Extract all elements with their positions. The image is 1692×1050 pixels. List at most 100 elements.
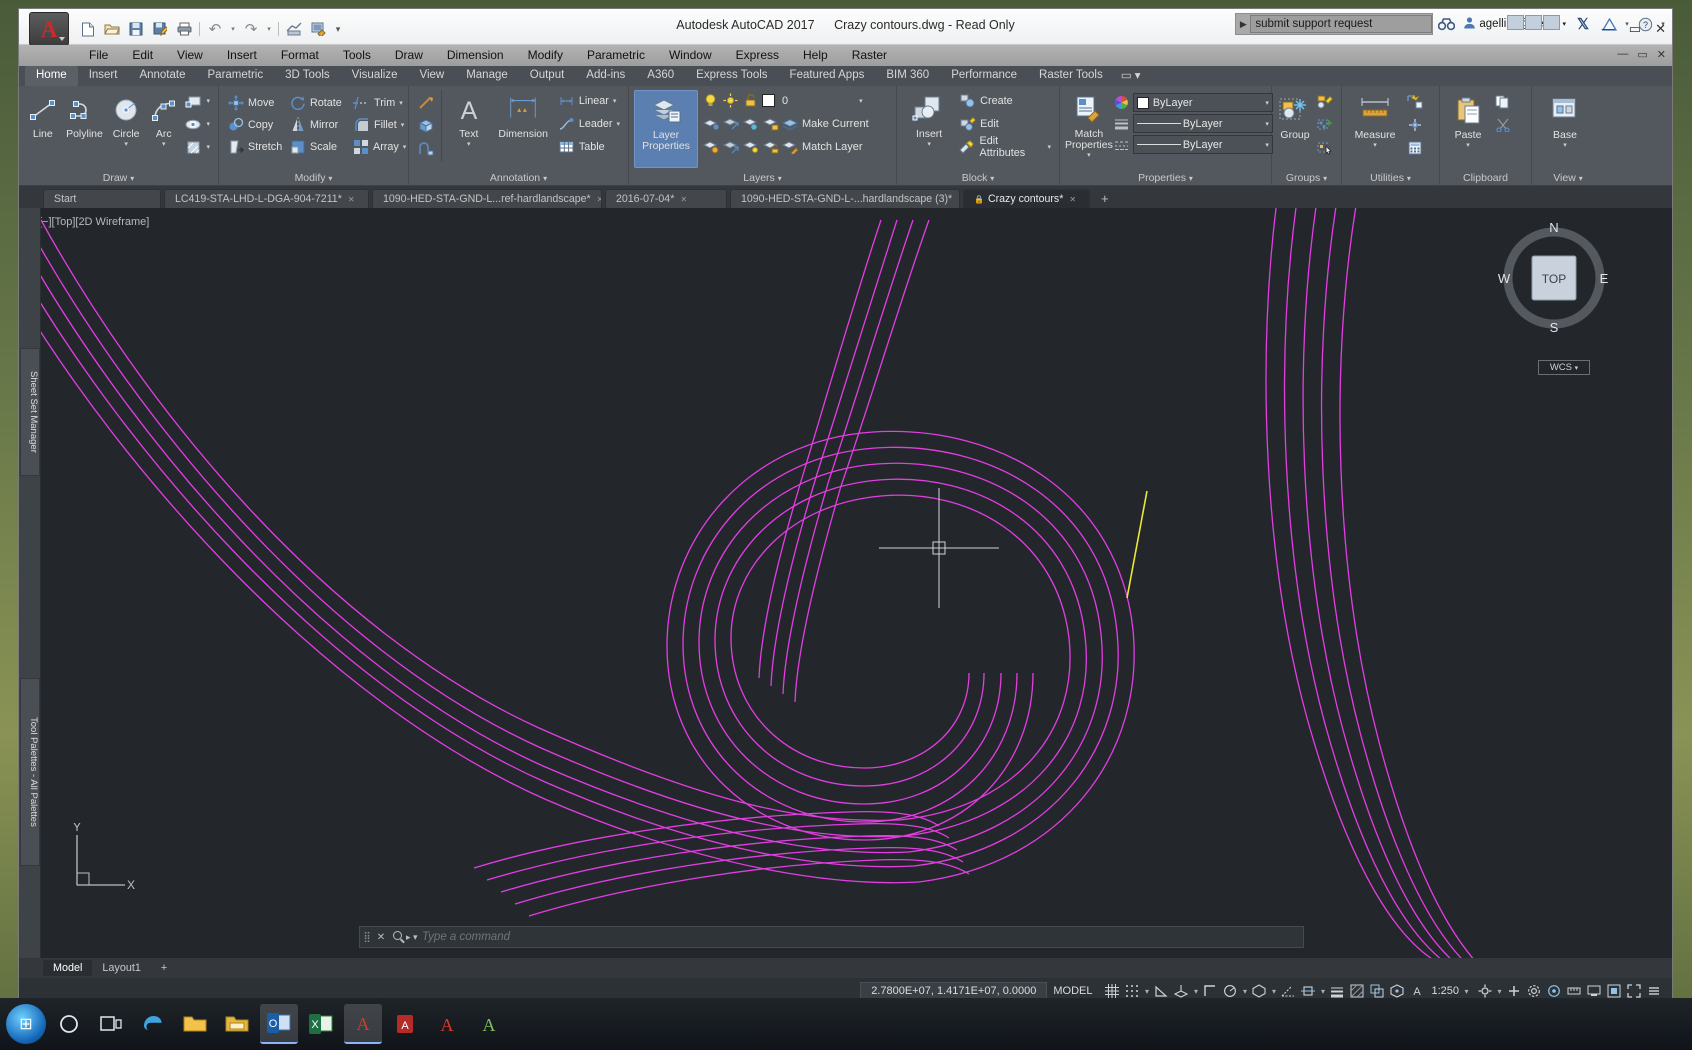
- close-icon[interactable]: ✕: [597, 195, 602, 204]
- ribbon-tab-bim360[interactable]: BIM 360: [875, 66, 940, 86]
- wcs-selector[interactable]: WCS ▾: [1538, 360, 1590, 375]
- maximize-button[interactable]: ▭: [1629, 21, 1641, 37]
- menu-item-file[interactable]: File: [77, 45, 120, 66]
- menu-item-parametric[interactable]: Parametric: [575, 45, 657, 66]
- menu-item-dimension[interactable]: Dimension: [435, 45, 516, 66]
- base-view-button[interactable]: Base ▾: [1537, 91, 1593, 149]
- search-binoculars-icon[interactable]: [1433, 13, 1459, 35]
- menu-item-help[interactable]: Help: [791, 45, 840, 66]
- lineweight-combo[interactable]: ByLayer ▾: [1133, 114, 1273, 133]
- panel-label-annotation[interactable]: Annotation ▾: [409, 171, 628, 186]
- ribbon-tab-3dtools[interactable]: 3D Tools: [274, 66, 341, 86]
- chevron-down-icon[interactable]: ▾: [1563, 141, 1567, 149]
- layer-isolate-icon[interactable]: [702, 115, 719, 132]
- doc-close-icon[interactable]: [1543, 15, 1560, 30]
- layer-freeze-icon[interactable]: [742, 115, 759, 132]
- layer-unlock-icon[interactable]: [762, 138, 779, 155]
- doc-minimize-icon[interactable]: [1507, 15, 1524, 30]
- object-color-combo[interactable]: ByLayer ▾: [1133, 93, 1273, 112]
- modify-array-button[interactable]: Array ▾: [350, 136, 408, 158]
- layer-properties-button[interactable]: Layer Properties: [634, 90, 698, 168]
- modify-trim-button[interactable]: Trim ▾: [350, 92, 408, 114]
- start-button[interactable]: ⊞: [6, 1004, 46, 1044]
- match-properties-button[interactable]: Match Properties ▾: [1065, 90, 1113, 159]
- new-file-tab-button[interactable]: +: [1093, 189, 1117, 208]
- match-layer-icon[interactable]: [782, 138, 799, 155]
- panel-label-properties[interactable]: Properties ▾: [1060, 171, 1271, 186]
- draw-ellipse-button[interactable]: ▾: [182, 113, 213, 135]
- panel-label-block[interactable]: Block ▾: [897, 171, 1059, 186]
- layer-unisolate-icon[interactable]: [722, 115, 739, 132]
- annotation-dimension-button[interactable]: Dimension: [492, 90, 555, 140]
- minimize-button[interactable]: —: [1602, 21, 1615, 37]
- chevron-down-icon[interactable]: ▾: [206, 97, 210, 105]
- chevron-down-icon[interactable]: ▾: [1087, 151, 1091, 159]
- panel-label-utilities[interactable]: Utilities ▾: [1342, 171, 1439, 186]
- panel-label-layers[interactable]: Layers ▾: [629, 171, 896, 186]
- chevron-down-icon[interactable]: ▾: [778, 174, 782, 183]
- sheet-set-manager-tab[interactable]: Sheet Set Manager: [20, 348, 40, 476]
- text-style-button[interactable]: [414, 115, 437, 137]
- acrobat-icon[interactable]: A: [386, 1004, 424, 1044]
- autocad-window2-icon[interactable]: A: [428, 1004, 466, 1044]
- layer-lock-icon[interactable]: [762, 115, 779, 132]
- ribbon-tab-manage[interactable]: Manage: [455, 66, 519, 86]
- ribbon-tab-featured-apps[interactable]: Featured Apps: [779, 66, 876, 86]
- chevron-down-icon[interactable]: ▾: [1265, 99, 1269, 107]
- chevron-down-icon[interactable]: ▾: [616, 120, 620, 128]
- file-tab-lc419[interactable]: LC419-STA-LHD-L-DGA-904-7211* ✕: [164, 189, 369, 208]
- group-selection-toggle-button[interactable]: [1313, 137, 1336, 159]
- annotation-text-button[interactable]: A Text ▾: [446, 90, 492, 148]
- close-icon[interactable]: ✕: [680, 195, 687, 204]
- chevron-down-icon[interactable]: ▾: [1373, 141, 1377, 149]
- menu-item-express[interactable]: Express: [724, 45, 791, 66]
- chevron-down-icon[interactable]: ▾: [1047, 143, 1051, 151]
- annotation-leader-button[interactable]: Leader ▾: [555, 113, 623, 135]
- chevron-down-icon[interactable]: ▾: [990, 174, 994, 183]
- block-create-button[interactable]: Create: [956, 90, 1054, 112]
- modify-stretch-button[interactable]: Stretch: [224, 136, 286, 158]
- file-explorer-icon[interactable]: [176, 1004, 214, 1044]
- close-icon[interactable]: ✕: [958, 195, 960, 204]
- close-icon[interactable]: ✕: [1069, 195, 1076, 204]
- chevron-down-icon[interactable]: ▾: [399, 99, 403, 107]
- close-icon[interactable]: ✕: [348, 195, 355, 204]
- measure-button[interactable]: Measure ▾: [1347, 91, 1403, 149]
- chevron-down-icon[interactable]: ▾: [130, 174, 134, 183]
- ribbon-tab-a360[interactable]: A360: [636, 66, 685, 86]
- edge-browser-icon[interactable]: [134, 1004, 172, 1044]
- calculator-button[interactable]: [1403, 137, 1426, 159]
- drawing-canvas[interactable]: [−][Top][2D Wireframe] Sheet Set Manager…: [19, 208, 1672, 958]
- chevron-down-icon[interactable]: ▾: [613, 97, 617, 105]
- chevron-down-icon[interactable]: ▾: [206, 143, 210, 151]
- add-layout-button[interactable]: +: [151, 960, 177, 976]
- draw-rectangle-button[interactable]: ▾: [182, 90, 213, 112]
- quick-select-button[interactable]: [1403, 91, 1426, 113]
- modify-rotate-button[interactable]: Rotate: [286, 92, 350, 114]
- block-edit-attributes-button[interactable]: Edit Attributes ▾: [956, 136, 1054, 158]
- doc-close-button[interactable]: ✕: [1657, 48, 1666, 61]
- viewport-label[interactable]: [−][Top][2D Wireframe]: [39, 216, 149, 228]
- layer-list-dropdown-icon[interactable]: ▾: [859, 97, 863, 105]
- panel-label-draw[interactable]: Draw ▾: [19, 171, 218, 186]
- close-button[interactable]: ✕: [1655, 21, 1666, 37]
- block-edit-button[interactable]: Edit: [956, 113, 1054, 135]
- layout-tab-layout1[interactable]: Layout1: [92, 960, 150, 976]
- draw-hatch-button[interactable]: ▾: [182, 136, 213, 158]
- autocad-icon[interactable]: A: [344, 1004, 382, 1044]
- ribbon-tab-output[interactable]: Output: [519, 66, 576, 86]
- file-tab-hardlandscape3[interactable]: 1090-HED-STA-GND-L-...hardlandscape (3)*…: [730, 189, 960, 208]
- doc-minimize-button[interactable]: —: [1617, 48, 1628, 61]
- paste-button[interactable]: Paste ▾: [1445, 91, 1491, 149]
- menu-item-edit[interactable]: Edit: [120, 45, 165, 66]
- panel-label-view[interactable]: View ▾: [1532, 171, 1604, 186]
- menu-item-format[interactable]: Format: [269, 45, 331, 66]
- linetype-combo[interactable]: ByLayer ▾: [1133, 135, 1273, 154]
- draw-circle-button[interactable]: Circle ▾: [107, 90, 145, 148]
- sun-freeze-icon[interactable]: [722, 92, 739, 109]
- multileader-style-button[interactable]: [414, 92, 437, 114]
- color-wheel-icon[interactable]: [1113, 94, 1130, 111]
- edit-group-button[interactable]: [1313, 91, 1336, 113]
- chevron-down-icon[interactable]: ▾: [1265, 141, 1269, 149]
- outlook-icon[interactable]: O: [260, 1004, 298, 1044]
